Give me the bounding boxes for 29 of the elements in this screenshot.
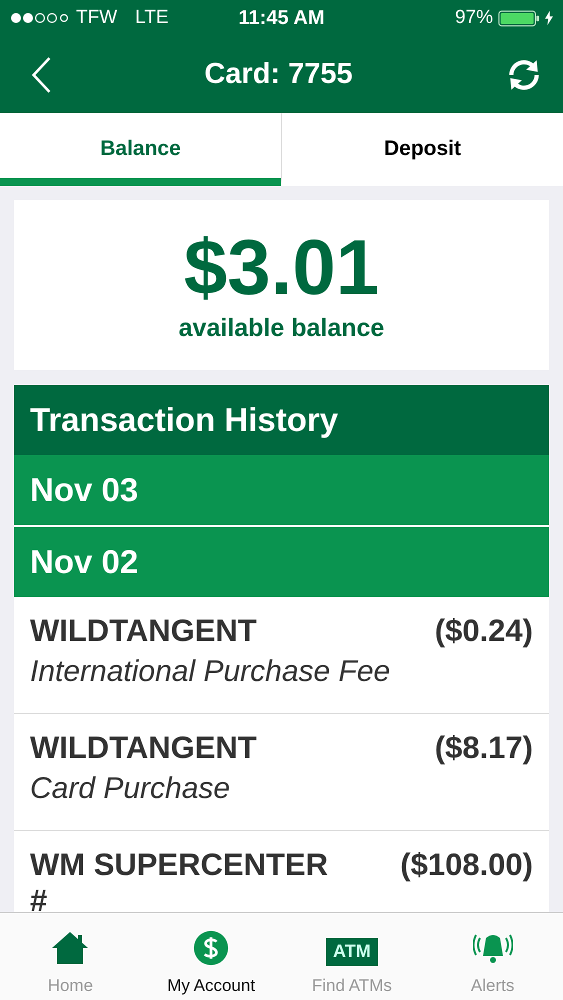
network-type: LTE (135, 7, 169, 29)
signal-icon (10, 12, 68, 24)
tab-bar-item[interactable]: ATM Find ATMs (282, 913, 422, 1000)
battery-percent: 97% (454, 7, 493, 29)
house-icon (50, 930, 90, 966)
transaction-description: Card Purchase (30, 772, 232, 806)
status-time: 11:45 AM (238, 6, 324, 30)
merchant-name: WILDTANGENT (30, 613, 258, 649)
charging-icon (545, 10, 553, 26)
screen-title: Card: 7755 (204, 58, 353, 91)
transaction-amount: ($0.24) (434, 613, 533, 649)
balance-amount: $3.01 (184, 228, 380, 306)
merchant-name: WILDTANGENT (30, 730, 258, 766)
tab-bar-item[interactable]: My Account (140, 913, 282, 1000)
battery-icon (498, 10, 540, 26)
transaction-row[interactable]: WILDTANGENT ($0.24) International Purchase Fee (14, 597, 549, 714)
back-button[interactable] (30, 56, 52, 94)
balance-caption: available balance (178, 314, 384, 342)
transaction-row[interactable]: WM SUPERCENTER # ($108.00) (14, 831, 549, 912)
carrier-name: TFW (76, 7, 118, 29)
transaction-amount: ($8.17) (434, 730, 533, 766)
date-label: Nov 03 (30, 471, 138, 509)
merchant-name: WM SUPERCENTER # (30, 847, 329, 912)
transaction-description: International Purchase Fee (30, 655, 392, 689)
transaction-row[interactable]: WILDTANGENT ($8.17) Card Purchase (14, 714, 549, 831)
atm-icon: ATM (326, 938, 378, 966)
history-title: Transaction History (30, 401, 338, 439)
transaction-amount: ($108.00) (400, 847, 533, 883)
date-label: Nov 02 (30, 543, 138, 581)
